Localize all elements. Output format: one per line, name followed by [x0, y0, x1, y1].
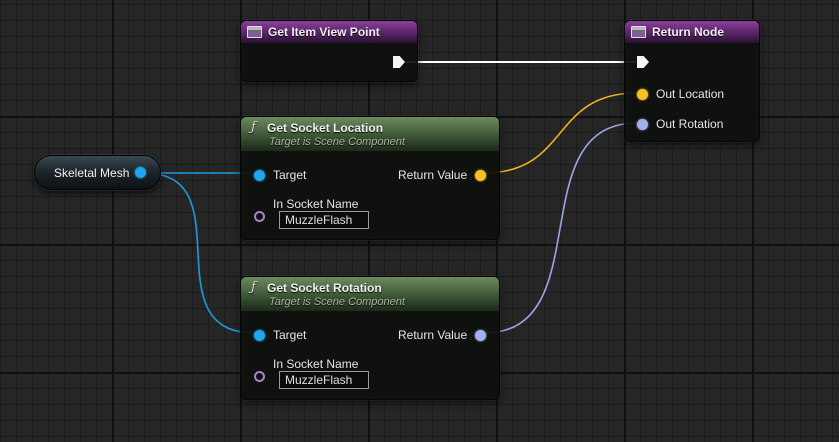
out-rotation-label: Out Rotation — [656, 117, 724, 131]
target-pin[interactable] — [254, 329, 265, 341]
out-rotation-pin[interactable] — [637, 118, 648, 130]
target-label: Target — [273, 168, 307, 182]
node-title: Get Item View Point — [268, 25, 380, 39]
out-rotation-pin-row[interactable]: Out Rotation — [637, 117, 723, 131]
get-item-view-point-node[interactable]: Get Item View Point — [240, 20, 418, 82]
skeletal-mesh-out-pin[interactable] — [135, 167, 147, 178]
return-value-pin-row[interactable]: Return Value — [398, 328, 487, 342]
exec-in-pin[interactable] — [637, 56, 649, 68]
socket-name-label: In Socket Name — [273, 357, 359, 371]
mesh-to-rotation-wire — [143, 172, 256, 334]
node-header: Return Node — [625, 21, 759, 43]
variable-label: Skeletal Mesh — [54, 165, 130, 180]
node-title: Get Socket Rotation — [267, 280, 382, 295]
exec-in-pin-row[interactable] — [637, 56, 649, 68]
exec-out-pin[interactable] — [393, 56, 405, 68]
target-pin-row[interactable]: Target — [254, 168, 306, 182]
event-icon — [247, 26, 262, 38]
target-pin-row[interactable]: Target — [254, 328, 306, 342]
node-header: ƒ Get Socket Location Target is Scene Co… — [241, 117, 499, 151]
rotation-wire — [483, 122, 638, 334]
get-socket-location-node[interactable]: ƒ Get Socket Location Target is Scene Co… — [240, 116, 500, 240]
socket-name-label: In Socket Name — [273, 197, 359, 211]
node-title: Return Node — [652, 25, 724, 39]
target-pin[interactable] — [254, 169, 265, 181]
return-value-label: Return Value — [398, 168, 468, 182]
function-icon: ƒ — [251, 280, 256, 295]
get-socket-rotation-node[interactable]: ƒ Get Socket Rotation Target is Scene Co… — [240, 276, 500, 400]
out-location-pin-row[interactable]: Out Location — [637, 87, 724, 101]
node-header: Get Item View Point — [241, 21, 417, 43]
out-location-label: Out Location — [656, 87, 725, 101]
out-location-pin[interactable] — [637, 88, 648, 100]
target-label: Target — [273, 328, 307, 342]
socket-name-pin[interactable] — [254, 371, 265, 382]
socket-name-input[interactable] — [279, 211, 369, 229]
event-icon — [631, 26, 646, 38]
socket-name-input[interactable] — [279, 371, 369, 389]
node-title: Get Socket Location — [267, 120, 384, 135]
socket-name-pin[interactable] — [254, 211, 265, 222]
exec-out-pin-row[interactable] — [393, 56, 405, 68]
return-node[interactable]: Return Node Out Location Out Rotation — [624, 20, 760, 142]
function-icon: ƒ — [251, 120, 256, 135]
node-header: ƒ Get Socket Rotation Target is Scene Co… — [241, 277, 499, 311]
return-value-pin[interactable] — [475, 329, 487, 341]
return-value-pin[interactable] — [475, 169, 487, 181]
node-subtitle: Target is Scene Component — [269, 296, 405, 308]
return-value-label: Return Value — [398, 328, 468, 342]
node-subtitle: Target is Scene Component — [269, 136, 405, 148]
location-wire — [483, 92, 638, 174]
skeletal-mesh-variable-node[interactable]: Skeletal Mesh — [34, 155, 161, 190]
return-value-pin-row[interactable]: Return Value — [398, 168, 487, 182]
